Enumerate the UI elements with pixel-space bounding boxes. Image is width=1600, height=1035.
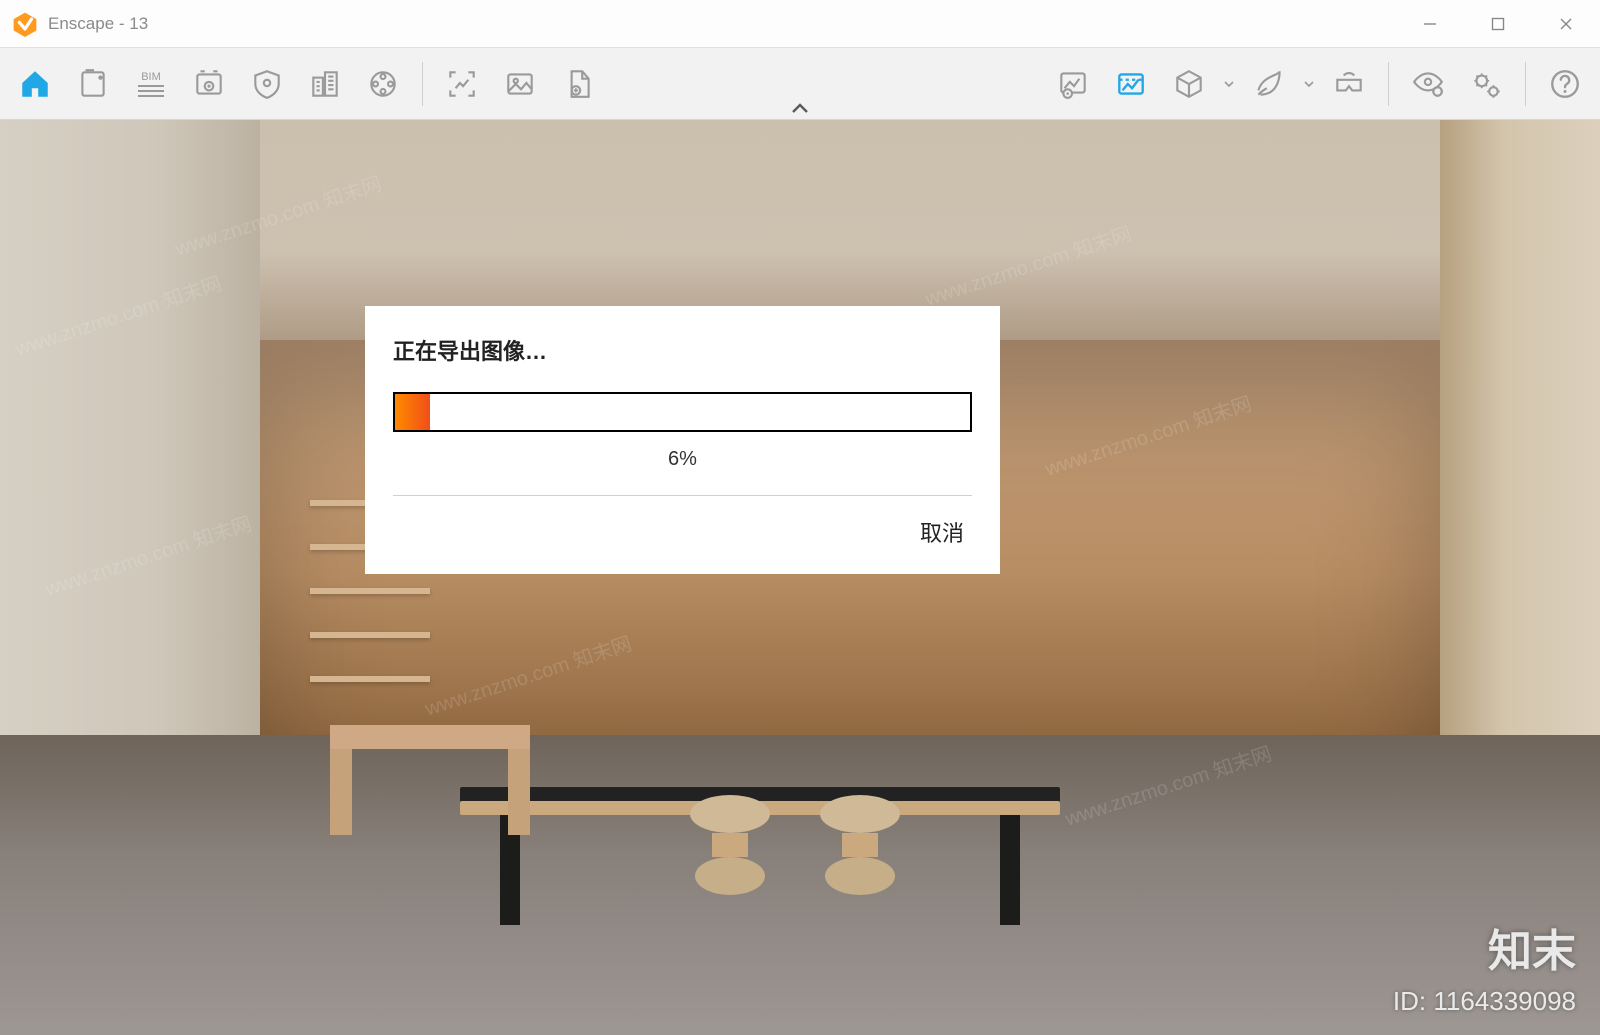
- export-progress-dialog: 正在导出图像… 6% 取消: [365, 306, 1000, 574]
- page-export-icon[interactable]: [549, 55, 607, 113]
- dialog-title: 正在导出图像…: [393, 334, 972, 366]
- image-settings-icon[interactable]: [1102, 55, 1160, 113]
- minimize-button[interactable]: [1396, 0, 1464, 48]
- close-button[interactable]: [1532, 0, 1600, 48]
- shield-icon[interactable]: [238, 55, 296, 113]
- toolbar-group-2: [433, 55, 607, 113]
- cancel-button[interactable]: 取消: [920, 516, 964, 548]
- render-viewport[interactable]: www.znzmo.com 知末网 www.znzmo.com 知末网 www.…: [0, 120, 1600, 1035]
- scene-floor: [0, 735, 1600, 1035]
- scene-bench: [330, 725, 530, 835]
- leaf-dropdown[interactable]: [1298, 78, 1320, 90]
- gears-icon[interactable]: [1457, 55, 1515, 113]
- nav-image-icon[interactable]: [1044, 55, 1102, 113]
- toolbar-group-4: [1399, 55, 1515, 113]
- toolbar-group-3: [1044, 55, 1378, 113]
- brand-id: ID: 1164339098: [1393, 986, 1576, 1017]
- views-icon[interactable]: [180, 55, 238, 113]
- window-controls: [1396, 0, 1600, 48]
- help-icon[interactable]: [1536, 55, 1594, 113]
- maximize-button[interactable]: [1464, 0, 1532, 48]
- bim-icon[interactable]: BIM: [122, 55, 180, 113]
- scene-stool: [820, 795, 900, 895]
- titlebar: Enscape - 13: [0, 0, 1600, 48]
- buildings-icon[interactable]: [296, 55, 354, 113]
- progress-label: 6%: [393, 448, 972, 471]
- toolbar-separator: [422, 62, 423, 106]
- toolbar-separator: [1525, 62, 1526, 106]
- app-logo-icon: [12, 11, 38, 37]
- window-title: Enscape - 13: [48, 14, 148, 34]
- brand-mark: 知末: [1488, 915, 1576, 979]
- reel-icon[interactable]: [354, 55, 412, 113]
- toolbar-separator: [1388, 62, 1389, 106]
- toolbar-expand-caret[interactable]: [789, 102, 811, 121]
- scene-stool: [690, 795, 770, 895]
- toolbar-group-1: BIM: [6, 55, 412, 113]
- progress-bar: [393, 392, 972, 432]
- bim-label: BIM: [141, 71, 161, 83]
- progress-fill: [395, 394, 430, 430]
- image-icon[interactable]: [491, 55, 549, 113]
- eye-gear-icon[interactable]: [1399, 55, 1457, 113]
- toolbar: BIM: [0, 48, 1600, 120]
- home-icon[interactable]: [6, 55, 64, 113]
- page-icon[interactable]: [64, 55, 122, 113]
- capture-bracket-icon[interactable]: [433, 55, 491, 113]
- cube-icon[interactable]: [1160, 55, 1218, 113]
- vr-headset-icon[interactable]: [1320, 55, 1378, 113]
- cube-dropdown[interactable]: [1218, 78, 1240, 90]
- leaf-icon[interactable]: [1240, 55, 1298, 113]
